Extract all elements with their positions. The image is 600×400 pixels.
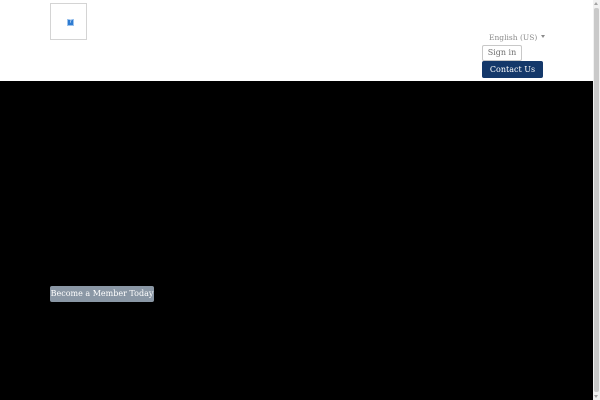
language-selector[interactable]: English (US) <box>489 32 546 44</box>
scroll-down-arrow-icon[interactable] <box>594 395 598 398</box>
language-selector-label: English (US) <box>489 33 538 42</box>
contact-us-button[interactable]: Contact Us <box>482 61 543 78</box>
vertical-scrollbar[interactable] <box>593 0 600 400</box>
site-header: ? English (US) Sign in Contact Us <box>0 0 593 81</box>
caret-down-icon <box>541 35 546 38</box>
sign-in-button[interactable]: Sign in <box>482 45 522 61</box>
scrollbar-thumb[interactable] <box>594 8 599 392</box>
scroll-up-arrow-icon[interactable] <box>594 2 598 5</box>
logo-link[interactable]: ? <box>50 3 87 40</box>
become-member-button[interactable]: Become a Member Today <box>50 286 154 302</box>
hero-banner: Become a Member Today <box>0 81 593 400</box>
broken-image-icon: ? <box>67 19 74 26</box>
